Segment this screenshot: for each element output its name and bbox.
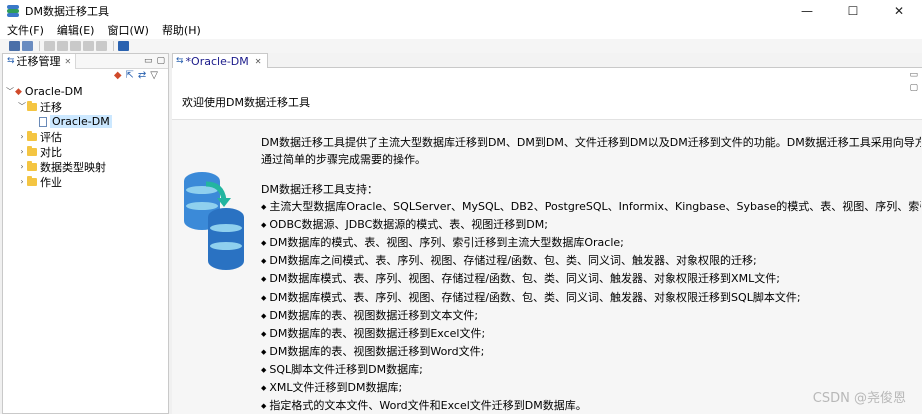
close-icon[interactable]: ✕ [65,57,72,66]
title-bar: DM数据迁移工具 — ☐ ✕ [0,0,922,21]
tab-migration-manager[interactable]: ⇆ 迁移管理 ✕ [3,53,77,69]
intro-line: 通过简单的步骤完成需要的操作。 [261,153,426,166]
tree-root-label: Oracle-DM [24,85,83,98]
save-all-icon[interactable] [22,41,33,51]
migration-manager-pane: ⇆ 迁移管理 ✕ ▭ ▢ ◆ ⇱ ⇄ ▽ ﹀ ◆ Oracle-DM ﹀ 迁移 … [2,53,169,414]
menu-window[interactable]: 窗口(W) [107,22,148,38]
chevron-right-icon[interactable]: › [17,177,27,186]
feature-item: DM数据库之间模式、表、序列、视图、存储过程/函数、包、类、同义词、触发器、对象… [261,252,921,270]
tree-item-label: 作业 [40,175,62,189]
tree-item-label: 评估 [40,130,62,144]
welcome-page: 欢迎使用DM数据迁移工具 ▭ ▢ DM数据迁移工具提供了主流大型数据库迁移到DM… [172,68,922,414]
link-editor-icon[interactable]: ⇄ [138,70,146,81]
feature-item: DM数据库模式、表、序列、视图、存储过程/函数、包、类、同义词、触发器、对象权限… [261,289,921,307]
migration-file-icon: ⇆ [176,56,184,66]
tree-item-label: 对比 [40,145,62,159]
intro-line: DM数据迁移工具提供了主流大型数据库迁移到DM、DM到DM、文件迁移到DM以及D… [261,136,921,149]
tree-root[interactable]: ﹀ ◆ Oracle-DM [3,84,168,99]
app-database-icon [6,4,20,18]
menu-file[interactable]: 文件(F) [7,22,44,38]
migration-manager-icon: ⇆ [7,56,15,66]
view-menu-icon[interactable]: ▽ [150,70,158,81]
pane-controls: ▭ ▢ [140,56,168,66]
support-title: DM数据迁移工具支持： [261,183,378,196]
arrow-icon [205,181,231,207]
database-migration-illustration [180,172,252,276]
close-button[interactable]: ✕ [876,0,922,21]
intro-paragraph: DM数据迁移工具提供了主流大型数据库迁移到DM、DM到DM、文件迁移到DM以及D… [261,134,921,168]
home-icon[interactable] [118,41,129,51]
menu-edit[interactable]: 编辑(E) [57,22,95,38]
chevron-right-icon[interactable]: › [17,147,27,156]
menu-help[interactable]: 帮助(H) [162,22,201,38]
tree-item-evaluate[interactable]: › 评估 [3,129,168,144]
migration-file-icon [39,116,47,127]
tree-item-label: Oracle-DM [50,115,112,128]
undo-icon[interactable] [96,41,107,51]
target-database-icon [208,208,244,270]
feature-item: DM数据库的模式、表、视图、序列、索引迁移到主流大型数据库Oracle; [261,234,921,252]
feature-item: DM数据库模式、表、序列、视图、存储过程/函数、包、类、同义词、触发器、对象权限… [261,270,921,288]
chevron-right-icon[interactable]: › [17,162,27,171]
tree-item-migrate[interactable]: ﹀ 迁移 [3,99,168,114]
window-title: DM数据迁移工具 [25,4,109,18]
save-icon[interactable] [9,41,20,51]
folder-icon [27,175,37,186]
feature-item: DM数据库的表、视图数据迁移到Word文件; [261,343,921,361]
welcome-content: DM数据迁移工具提供了主流大型数据库迁移到DM、DM到DM、文件迁移到DM以及D… [261,134,921,414]
window-controls: — ☐ ✕ [784,0,922,21]
cut-icon[interactable] [44,41,55,51]
pane-tab-label: 迁移管理 [16,55,61,68]
feature-item: 主流大型数据库Oracle、SQLServer、MySQL、DB2、Postgr… [261,198,921,216]
chevron-down-icon[interactable]: ﹀ [5,86,15,97]
paste-icon[interactable] [70,41,81,51]
feature-item: DM数据库的表、视图数据迁移到Excel文件; [261,325,921,343]
minimize-button[interactable]: — [784,0,830,21]
toolbar-separator [39,41,40,51]
project-tree: ﹀ ◆ Oracle-DM ﹀ 迁移 Oracle-DM › 评估 › 对比 ›… [3,82,168,189]
close-icon[interactable]: ✕ [255,57,262,66]
welcome-header: 欢迎使用DM数据迁移工具 [172,68,922,120]
minimize-editor-icon[interactable]: ▭ [909,69,918,82]
tree-item-label: 迁移 [40,100,62,114]
tree-item-compare[interactable]: › 对比 [3,144,168,159]
copy-icon[interactable] [57,41,68,51]
editor-controls: ▭ ▢ [909,69,918,95]
tree-item-jobs[interactable]: › 作业 [3,174,168,189]
chevron-down-icon[interactable]: ﹀ [17,101,27,112]
tree-item-oracle-dm[interactable]: Oracle-DM [3,114,168,129]
minimize-view-icon[interactable]: ▭ [144,56,153,66]
tree-item-label: 数据类型映射 [40,160,106,174]
pane-tab-row: ⇆ 迁移管理 ✕ ▭ ▢ [3,53,168,69]
editor-tab-label: *Oracle-DM [185,54,249,68]
welcome-title: 欢迎使用DM数据迁移工具 [182,96,310,109]
tree-item-type-mapping[interactable]: › 数据类型映射 [3,159,168,174]
maximize-button[interactable]: ☐ [830,0,876,21]
maximize-editor-icon[interactable]: ▢ [909,82,918,95]
pane-subtoolbar: ◆ ⇱ ⇄ ▽ [3,69,168,82]
tab-oracle-dm[interactable]: ⇆ *Oracle-DM ✕ [172,53,269,68]
feature-item: SQL脚本文件迁移到DM数据库; [261,361,921,379]
menu-bar: 文件(F) 编辑(E) 窗口(W) 帮助(H) [0,21,922,39]
folder-icon [27,160,37,171]
folder-icon [27,145,37,156]
feature-item: DM数据库的表、视图数据迁移到文本文件; [261,307,921,325]
new-project-icon[interactable]: ◆ [114,70,122,81]
maximize-view-icon[interactable]: ▢ [156,56,165,66]
editor-tab-row: ⇆ *Oracle-DM ✕ [172,53,922,68]
collapse-all-icon[interactable]: ⇱ [126,70,134,81]
folder-icon [27,100,37,111]
delete-icon[interactable] [83,41,94,51]
database-ring-icon [210,224,242,232]
chevron-right-icon[interactable]: › [17,132,27,141]
database-ring-icon [210,242,242,250]
folder-icon [27,130,37,141]
toolbar-separator [113,41,114,51]
watermark: CSDN @尧俊恩 [812,391,906,406]
toolbar [0,39,922,53]
feature-item: ODBC数据源、JDBC数据源的模式、表、视图迁移到DM; [261,216,921,234]
project-icon: ◆ [15,86,22,97]
